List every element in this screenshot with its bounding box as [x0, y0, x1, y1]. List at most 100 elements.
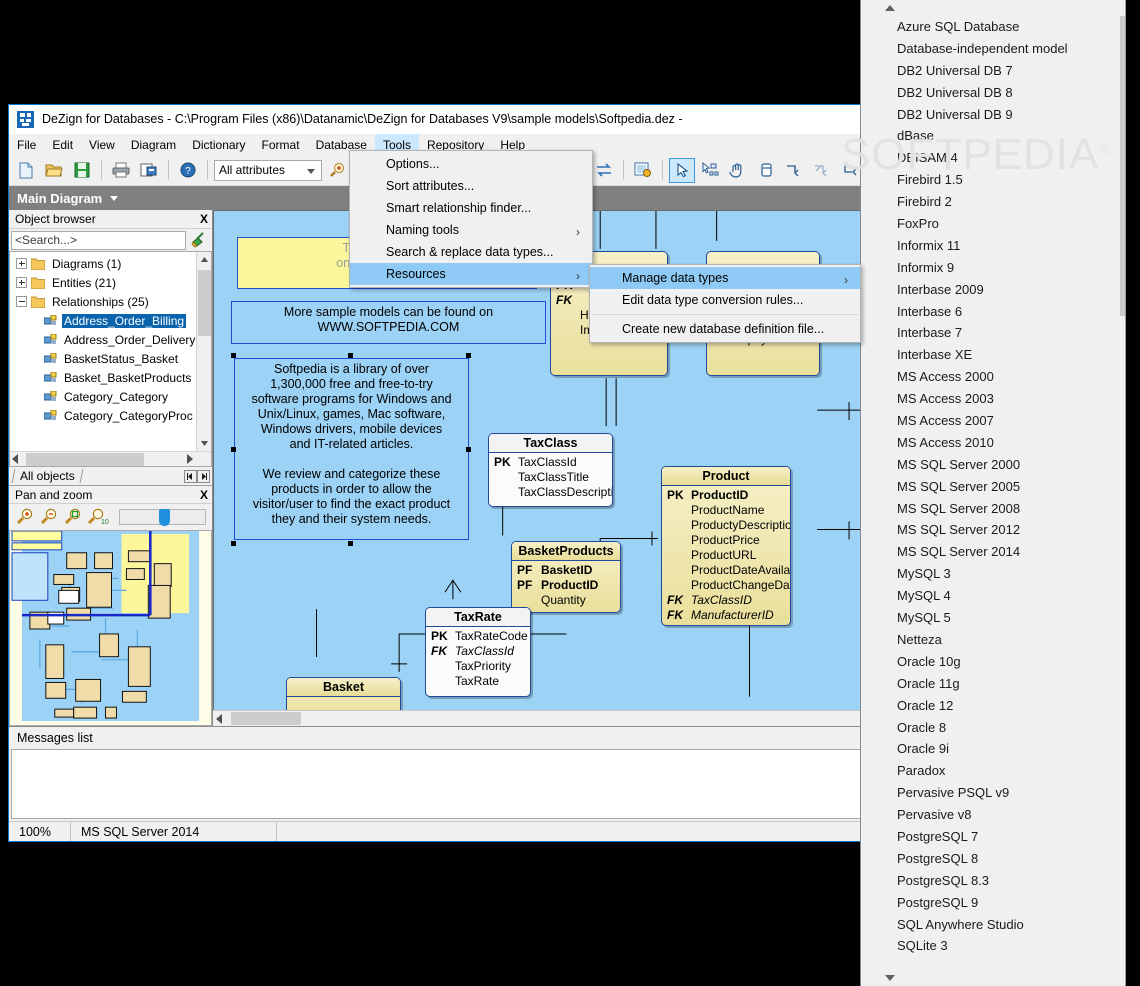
tree-relationship-item[interactable]: Address_Order_Billing	[10, 311, 211, 330]
broom-icon[interactable]	[188, 230, 210, 250]
menu-item-options[interactable]: Options...	[350, 153, 592, 175]
entity-taxrate[interactable]: TaxRate PK TaxRateCode FK TaxClassId TaxPr…	[425, 607, 531, 697]
database-list-scrollbar[interactable]	[1120, 16, 1125, 970]
chevron-down-icon[interactable]	[110, 195, 119, 201]
entity-basketproducts[interactable]: BasketProducts PF BasketID PF ProductID Qu…	[511, 541, 621, 613]
database-list-item[interactable]: Pervasive v8	[861, 804, 1125, 826]
tab-all-objects[interactable]: All objects	[11, 469, 84, 483]
tab-next-icon[interactable]	[197, 469, 210, 483]
zoom-out-icon[interactable]	[39, 508, 59, 526]
expand-icon[interactable]	[16, 258, 27, 269]
database-list-item[interactable]: FoxPro	[861, 213, 1125, 235]
database-list-item[interactable]: Pervasive PSQL v9	[861, 782, 1125, 804]
database-list-item[interactable]: MS Access 2007	[861, 410, 1125, 432]
collapse-icon[interactable]	[16, 296, 27, 307]
database-list-item[interactable]: Firebird 1.5	[861, 169, 1125, 191]
database-list-item[interactable]: MS SQL Server 2005	[861, 476, 1125, 498]
relation-tool-icon[interactable]	[781, 158, 807, 183]
database-type-list-panel[interactable]: SOFTPEDIA® Azure SQL Database Database-in…	[841, 0, 1126, 986]
resources-submenu[interactable]: Manage data types › Edit data type convers…	[589, 264, 861, 343]
entity-taxclass[interactable]: TaxClass PK TaxClassId TaxClassTitle TaxC…	[488, 433, 613, 507]
database-list-items[interactable]: Azure SQL Database Database-independent m…	[861, 16, 1125, 970]
tree-vertical-scrollbar[interactable]	[196, 252, 211, 451]
sync-icon[interactable]	[591, 158, 617, 183]
menu-item-smart-relationship-finder[interactable]: Smart relationship finder...	[350, 197, 592, 219]
selection-handle[interactable]	[231, 541, 236, 546]
tree-horizontal-scrollbar[interactable]	[10, 451, 211, 466]
menu-item-edit-data-type-conversion-rules[interactable]: Edit data type conversion rules...	[590, 289, 860, 311]
database-list-item[interactable]: MS SQL Server 2000	[861, 454, 1125, 476]
entity-product[interactable]: Product PK ProductID ProductName Producty…	[661, 466, 791, 626]
database-list-item[interactable]: PostgreSQL 7	[861, 826, 1125, 848]
database-list-item[interactable]: Database-independent model	[861, 38, 1125, 60]
entity-tool-icon[interactable]	[753, 158, 779, 183]
save-icon[interactable]	[69, 158, 95, 183]
scrollbar-thumb[interactable]	[198, 270, 211, 336]
database-list-item[interactable]: MySQL 3	[861, 563, 1125, 585]
database-list-item[interactable]: Oracle 9i	[861, 738, 1125, 760]
selection-handle[interactable]	[348, 353, 353, 358]
attribute-filter-combo[interactable]: All attributes	[214, 159, 322, 181]
print-icon[interactable]	[108, 158, 134, 183]
database-list-item[interactable]: Oracle 8	[861, 717, 1125, 739]
pan-and-zoom-toolbar[interactable]: 100	[9, 504, 212, 530]
database-list-item[interactable]: Interbase 7	[861, 322, 1125, 344]
database-list-item[interactable]: SQLite 3	[861, 935, 1125, 957]
database-list-item[interactable]: Netteza	[861, 629, 1125, 651]
object-browser-tree[interactable]: Diagrams (1) Entities (21) Relationships (…	[9, 251, 212, 467]
print-preview-icon[interactable]	[136, 158, 162, 183]
database-list-item[interactable]: MS SQL Server 2008	[861, 498, 1125, 520]
database-list-item[interactable]: Oracle 12	[861, 695, 1125, 717]
database-list-scroll-up[interactable]	[861, 0, 1125, 16]
database-list-item[interactable]: Interbase XE	[861, 344, 1125, 366]
menu-item-search-replace-data-types[interactable]: Search & replace data types...	[350, 241, 592, 263]
zoom-in-icon[interactable]	[324, 158, 350, 183]
zoom-100-icon[interactable]: 100	[87, 508, 109, 526]
pointer-tool-icon[interactable]	[669, 157, 695, 183]
database-list-item[interactable]: DB2 Universal DB 7	[861, 60, 1125, 82]
database-list-item[interactable]: Informix 9	[861, 257, 1125, 279]
selection-handle[interactable]	[348, 541, 353, 546]
database-list-item[interactable]: MS Access 2010	[861, 432, 1125, 454]
menu-item-manage-data-types[interactable]: Manage data types ›	[590, 267, 860, 289]
tools-dropdown-menu[interactable]: Options... Sort attributes... Smart relati…	[349, 150, 593, 288]
database-list-item[interactable]: Interbase 2009	[861, 279, 1125, 301]
tab-prev-icon[interactable]	[184, 469, 197, 483]
database-list-item[interactable]: MySQL 4	[861, 585, 1125, 607]
close-icon[interactable]: X	[200, 488, 208, 502]
database-list-item[interactable]: PostgreSQL 8.3	[861, 870, 1125, 892]
database-list-item[interactable]: DB2 Universal DB 9	[861, 104, 1125, 126]
database-list-item[interactable]: dBase	[861, 125, 1125, 147]
expand-icon[interactable]	[16, 277, 27, 288]
tree-folder[interactable]: Entities (21)	[10, 273, 211, 292]
scroll-down-arrow-icon[interactable]	[197, 436, 211, 451]
database-list-item[interactable]: MS Access 2003	[861, 388, 1125, 410]
search-input[interactable]: <Search...>	[11, 230, 186, 250]
zoom-selection-icon[interactable]	[63, 508, 83, 526]
tree-relationship-item[interactable]: Address_Order_Delivery	[10, 330, 211, 349]
tree-relationship-item[interactable]: Category_CategoryProc	[10, 406, 211, 425]
database-list-item[interactable]: MS Access 2000	[861, 366, 1125, 388]
scroll-right-arrow-icon[interactable]	[187, 454, 193, 464]
tree-relationship-item[interactable]: BasketStatus_Basket	[10, 349, 211, 368]
database-list-item[interactable]: Oracle 10g	[861, 651, 1125, 673]
messages-content[interactable]	[11, 749, 861, 819]
database-list-item[interactable]: MS SQL Server 2014	[861, 541, 1125, 563]
database-list-item[interactable]: DBISAM 4	[861, 147, 1125, 169]
database-list-scroll-down[interactable]	[861, 970, 1125, 986]
note-samples[interactable]: More sample models can be found on WWW.S…	[231, 301, 546, 344]
diagram-horizontal-scrollbar[interactable]	[213, 710, 863, 726]
database-list-item[interactable]: PostgreSQL 8	[861, 848, 1125, 870]
zoom-in-icon[interactable]	[15, 508, 35, 526]
menu-diagram[interactable]: Diagram	[123, 134, 184, 155]
database-list-item[interactable]: SQL Anywhere Studio	[861, 914, 1125, 936]
open-folder-icon[interactable]	[41, 158, 67, 183]
database-list-item[interactable]: MS SQL Server 2012	[861, 519, 1125, 541]
selection-handle[interactable]	[231, 353, 236, 358]
zoom-slider-knob[interactable]	[159, 509, 171, 526]
menu-item-create-new-database-definition-file[interactable]: Create new database definition file...	[590, 318, 860, 340]
scroll-up-arrow-icon[interactable]	[197, 252, 211, 267]
menu-item-sort-attributes[interactable]: Sort attributes...	[350, 175, 592, 197]
database-list-item[interactable]: DB2 Universal DB 8	[861, 82, 1125, 104]
database-list-item[interactable]: Azure SQL Database	[861, 16, 1125, 38]
